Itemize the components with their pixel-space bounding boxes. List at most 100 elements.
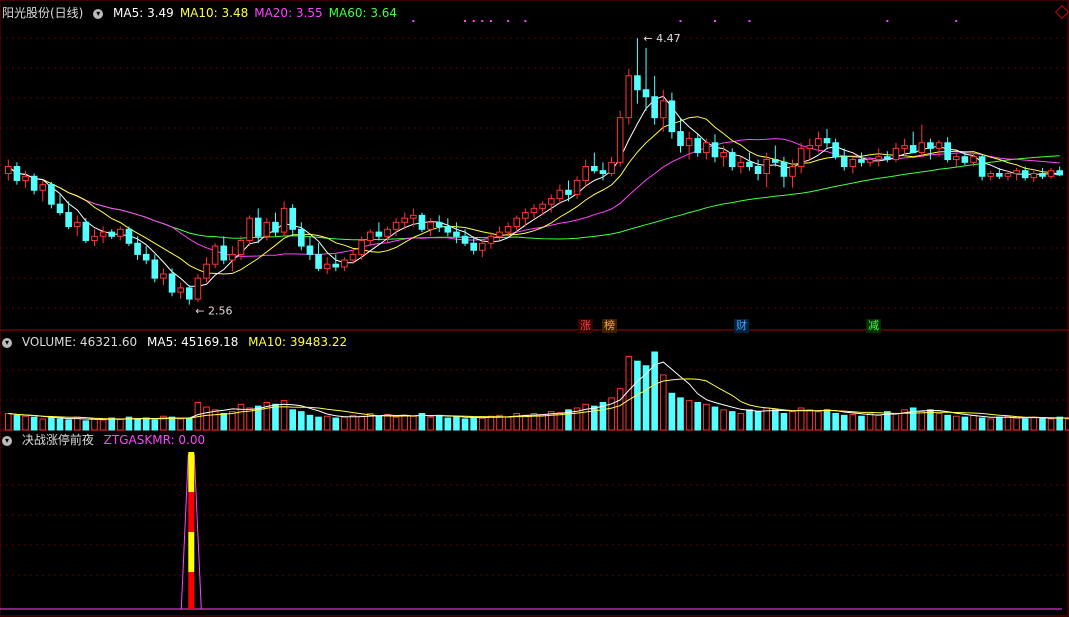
volume-bar [323,415,331,431]
candle-body [565,189,572,195]
candle-body [91,235,98,241]
candle-body [952,156,960,161]
indicator-title: 决战涨停前夜 [21,433,94,447]
volume-bar [315,416,322,431]
candle-body [573,179,581,195]
volume-bar [720,409,727,431]
volume-bar [22,415,29,431]
signal-dot [481,20,484,22]
candle-body [642,89,650,98]
volume-bar [375,415,383,431]
candle-body [461,235,469,244]
candle-body [1013,170,1020,174]
candle-body [82,221,90,241]
volume-bar [298,411,305,431]
event-marker-0[interactable]: 涨 [578,319,593,333]
volume-bar [1039,417,1046,431]
low-price-label: ← 2.56 [195,305,232,318]
candle-body [944,142,951,161]
candle-body [599,170,607,174]
volume-bar [272,403,279,431]
event-marker-3[interactable]: 减 [866,319,881,333]
candle-body [496,231,503,237]
candle-body [591,166,598,172]
candle-body [728,152,736,168]
ma-label-3: MA60: 3.64 [328,6,398,20]
volume-bar [772,409,779,431]
volume-bar [478,417,486,431]
candle-body [616,117,624,163]
ma-label-0: MA5: 3.49 [113,6,174,20]
volume-bar [289,409,297,431]
candle-body [978,156,986,177]
volume-bar [668,392,676,431]
candle-body [349,253,357,261]
high-price-label: ← 4.47 [643,32,680,45]
candle-body [5,166,12,174]
collapse-icon[interactable]: ▾ [93,8,104,19]
ma-label-1: MA10: 3.48 [179,6,249,20]
candle-body [117,228,124,237]
event-marker-1[interactable]: 榜 [602,319,617,333]
volume-bar [65,419,72,431]
candle-body [177,287,184,293]
volume-bar [952,415,960,431]
candle-body [384,228,391,237]
volume-bar [685,400,693,431]
event-marker-2[interactable]: 财 [734,319,749,333]
volume-bar [832,412,839,431]
volume-bar [616,388,624,431]
candle-body [634,75,641,91]
volume-bar [91,418,98,431]
candle-body [48,184,55,205]
volume-bar [108,417,116,431]
candle-body [832,142,839,158]
volume-bar [703,403,710,431]
candle-body [875,156,883,161]
collapse-icon[interactable]: ▾ [2,435,12,446]
volume-ma10-line [8,378,1069,420]
candle-body [694,138,702,154]
candle-body [1056,170,1063,176]
stock-title: 阳光股份(日线) [2,6,84,20]
candle-body [909,145,917,154]
volume-bar [453,415,460,431]
volume-bar [177,418,184,431]
candle-body [99,231,107,237]
indicator-value: ZTGASKMR: 0.00 [103,433,206,447]
candle-body [892,147,900,161]
volume-bar [944,414,951,431]
volume-bar [677,397,684,431]
volume-bar [332,417,340,431]
candle-body [478,242,486,251]
candle-body [659,100,667,119]
candle-body [134,242,141,255]
volume-bar [229,411,236,431]
candle-body [806,145,814,149]
signal-dot [472,20,475,22]
volume-bar [591,405,598,431]
candle-body [737,161,745,168]
signal-dot [955,20,958,22]
candle-body [142,253,150,261]
volume-bar [970,414,977,431]
volume-bar [754,411,762,431]
collapse-icon[interactable]: ▾ [2,337,12,348]
candle-body [211,245,219,265]
candle-body [677,131,684,147]
volume-bar [1013,417,1020,431]
candle-body [194,277,202,300]
signal-dot [748,20,751,22]
candle-body [651,96,658,119]
volume-bar [1047,418,1055,431]
volume-bar [237,403,245,431]
volume-bar [539,413,546,431]
candle-body [1021,170,1029,179]
candle-body [504,226,512,233]
volume-bar [401,414,409,431]
candle-body [203,263,210,279]
candle-body [797,147,805,168]
main-panel-header: 阳光股份(日线) ▾ MA5: 3.49 MA10: 3.48 MA20: 3.55… [2,5,409,21]
indicator-signal-bar [188,572,195,609]
candle-body [823,138,831,144]
